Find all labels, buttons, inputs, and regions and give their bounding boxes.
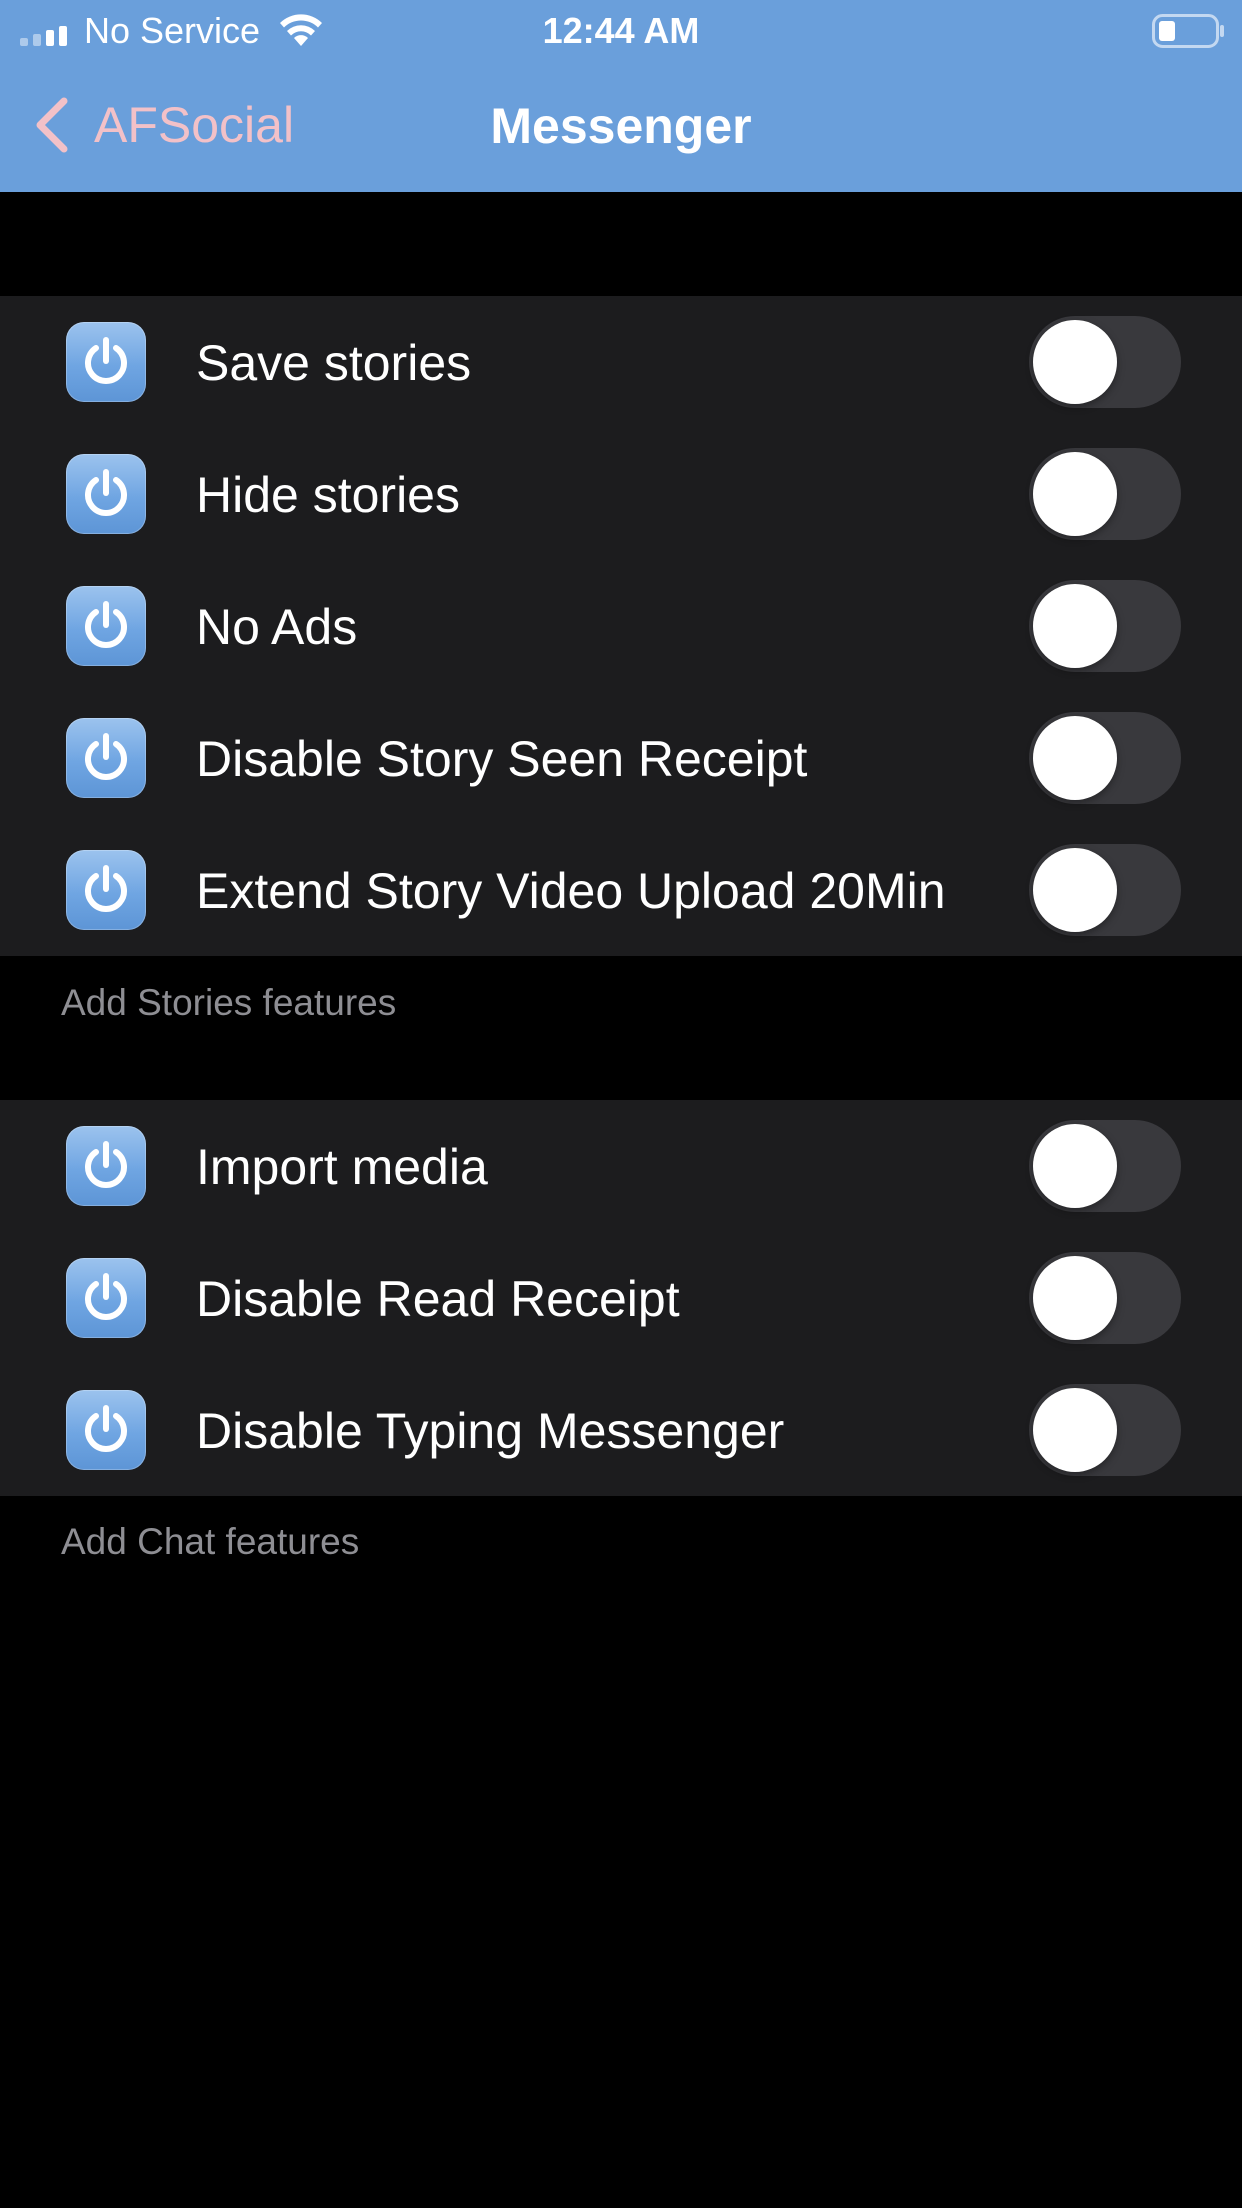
toggle-knob [1033, 1388, 1117, 1472]
setting-label: Extend Story Video Upload 20Min [196, 863, 946, 919]
toggle-knob [1033, 1256, 1117, 1340]
chat-section: Import media Disable Read Receipt Disabl… [0, 1100, 1242, 1496]
status-bar: No Service 12:44 AM [0, 0, 1242, 62]
setting-row-disable-read-receipt: Disable Read Receipt [0, 1232, 1242, 1364]
power-icon [66, 718, 146, 798]
hide-stories-toggle[interactable] [1029, 448, 1181, 540]
toggle-knob [1033, 1124, 1117, 1208]
power-icon [66, 586, 146, 666]
stories-section: Save stories Hide stories No Ads Disable… [0, 296, 1242, 956]
navigation-bar: AFSocial Messenger [0, 62, 1242, 192]
setting-row-save-stories: Save stories [0, 296, 1242, 428]
setting-row-hide-stories: Hide stories [0, 428, 1242, 560]
setting-label: Disable Story Seen Receipt [196, 731, 808, 787]
header: No Service 12:44 AM AFSocial Messenger [0, 0, 1242, 192]
setting-row-import-media: Import media [0, 1100, 1242, 1232]
setting-label: Hide stories [196, 467, 460, 523]
setting-label: Import media [196, 1139, 488, 1195]
page-title: Messenger [490, 98, 752, 154]
power-icon [66, 1258, 146, 1338]
toggle-knob [1033, 452, 1117, 536]
toggle-knob [1033, 716, 1117, 800]
power-icon [66, 850, 146, 930]
power-icon [66, 322, 146, 402]
power-icon [66, 1390, 146, 1470]
setting-label: Disable Read Receipt [196, 1271, 680, 1327]
setting-row-no-ads: No Ads [0, 560, 1242, 692]
status-time: 12:44 AM [542, 10, 700, 51]
no-ads-toggle[interactable] [1029, 580, 1181, 672]
setting-row-disable-typing-messenger: Disable Typing Messenger [0, 1364, 1242, 1496]
extend-story-video-upload-toggle[interactable] [1029, 844, 1181, 936]
setting-row-disable-story-seen-receipt: Disable Story Seen Receipt [0, 692, 1242, 824]
disable-read-receipt-toggle[interactable] [1029, 1252, 1181, 1344]
toggle-knob [1033, 584, 1117, 668]
setting-label: Disable Typing Messenger [196, 1403, 785, 1459]
save-stories-toggle[interactable] [1029, 316, 1181, 408]
import-media-toggle[interactable] [1029, 1120, 1181, 1212]
setting-row-extend-story-video-upload: Extend Story Video Upload 20Min [0, 824, 1242, 956]
power-icon [66, 1126, 146, 1206]
disable-story-seen-receipt-toggle[interactable] [1029, 712, 1181, 804]
toggle-knob [1033, 848, 1117, 932]
settings-screen: No Service 12:44 AM AFSocial Messenger S… [0, 0, 1242, 2208]
power-icon [66, 454, 146, 534]
setting-label: Save stories [196, 335, 472, 391]
section-footer: Add Stories features [61, 982, 397, 1023]
toggle-knob [1033, 320, 1117, 404]
section-footer: Add Chat features [61, 1521, 360, 1562]
battery-icon [1152, 14, 1224, 48]
setting-label: No Ads [196, 599, 358, 655]
disable-typing-messenger-toggle[interactable] [1029, 1384, 1181, 1476]
